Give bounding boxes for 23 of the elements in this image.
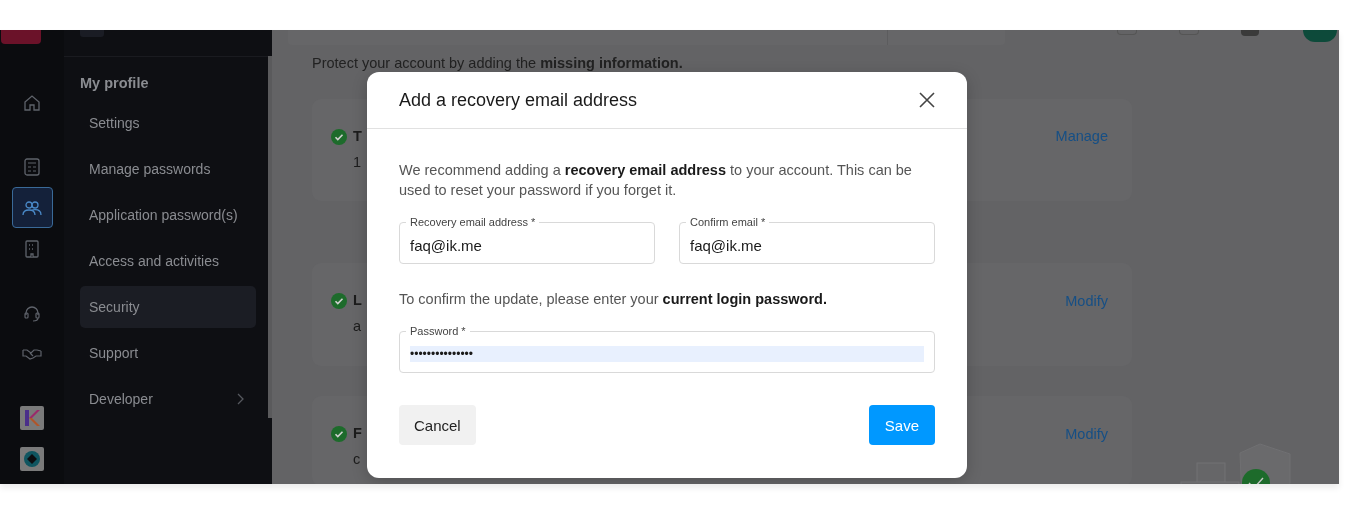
card-subtitle: c xyxy=(353,451,362,467)
close-icon[interactable] xyxy=(918,91,936,109)
menu-item[interactable]: Support xyxy=(80,332,256,374)
dialog-title: Add a recovery email address xyxy=(399,89,638,111)
menu-item[interactable]: Access and activities xyxy=(80,240,256,282)
card-subtitle: a xyxy=(353,318,362,334)
confirm-text: To confirm the update, please enter your current login password. xyxy=(399,290,828,309)
menu-item[interactable]: Security xyxy=(80,286,256,328)
card-title: T xyxy=(353,128,362,144)
card-title: L xyxy=(353,292,362,308)
people-icon[interactable] xyxy=(11,187,53,228)
avatar[interactable] xyxy=(1303,30,1337,42)
menu-item[interactable]: Application password(s) xyxy=(80,194,256,236)
card-subtitle: 1 xyxy=(353,154,362,170)
section-heading: My profile xyxy=(80,74,150,93)
save-button[interactable]: Save xyxy=(868,405,935,445)
menu-item[interactable]: Manage passwords xyxy=(80,148,256,190)
card-title: F xyxy=(353,425,362,441)
cancel-button[interactable]: Cancel xyxy=(399,405,476,445)
notice-text: Protect your account by adding the missing information. xyxy=(312,54,684,72)
menu-item[interactable]: Developer xyxy=(80,378,256,420)
intro-text: We recommend adding a recovery email address to your account. This can be used to reset your password if you forget it. xyxy=(399,161,913,200)
menu-item[interactable]: Settings xyxy=(80,102,256,144)
